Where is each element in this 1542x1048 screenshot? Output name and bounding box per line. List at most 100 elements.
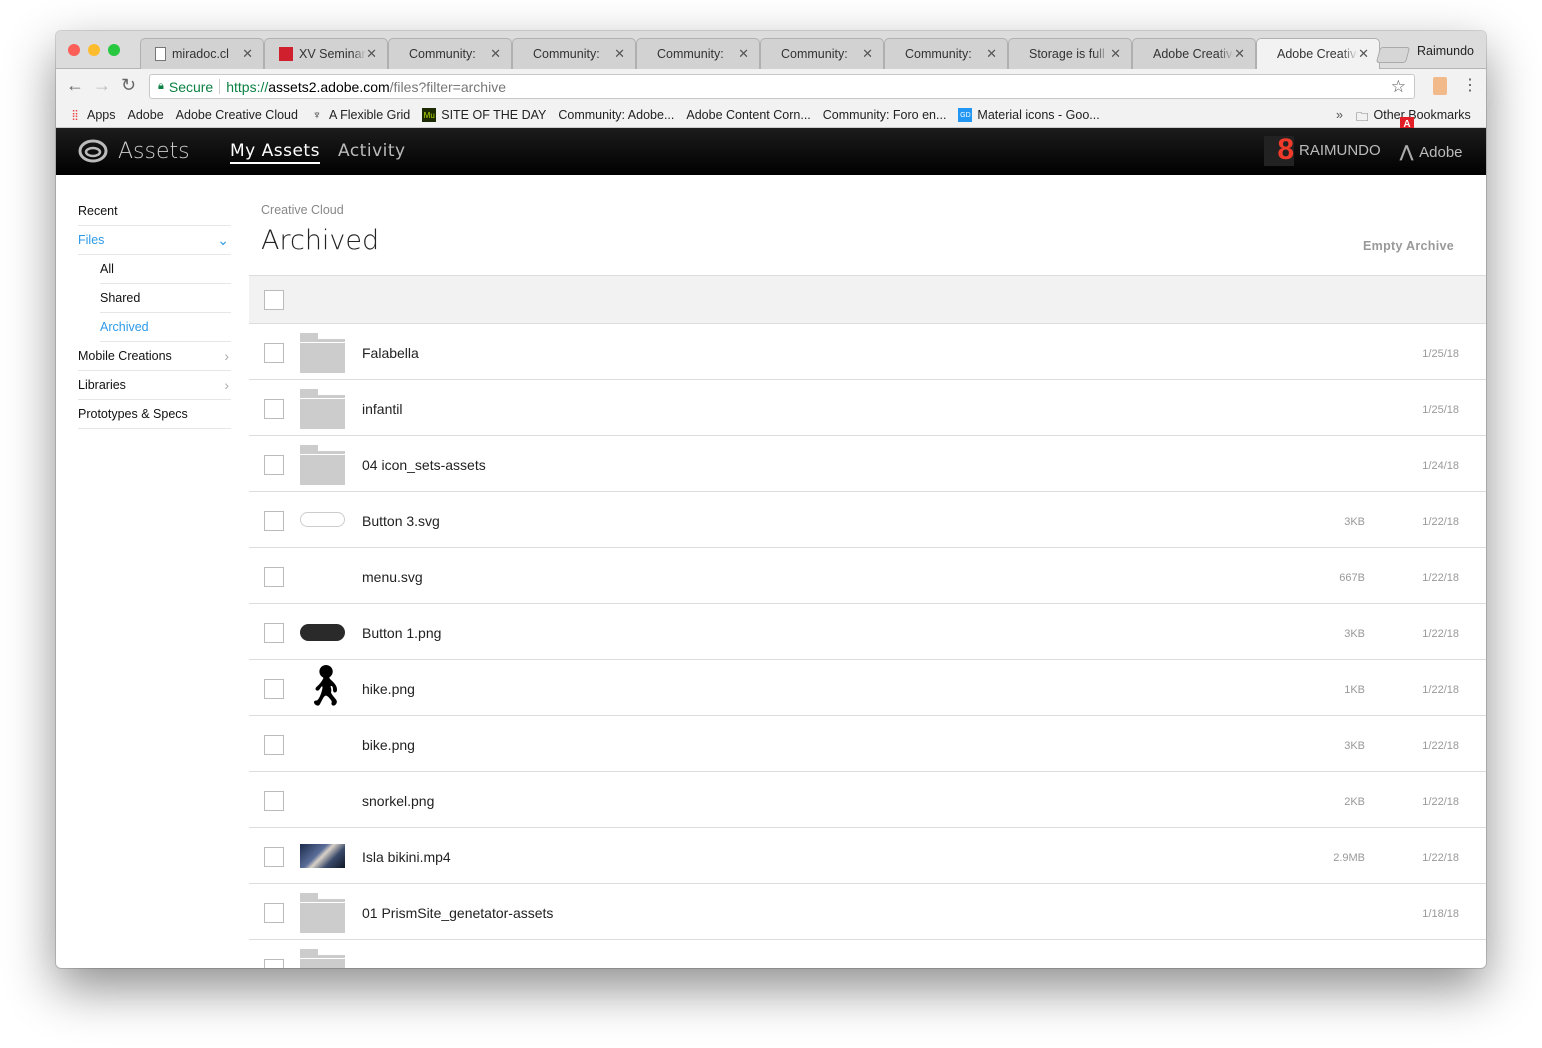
empty-archive-button[interactable]: Empty Archive — [1363, 239, 1454, 253]
tab-close-icon[interactable]: ✕ — [614, 46, 625, 62]
tab[interactable]: ACommunity:✕ — [636, 38, 760, 69]
grid-logo-icon: ♆ — [312, 108, 322, 122]
file-row[interactable]: Button 1.png 3KB 1/22/18 — [249, 604, 1486, 660]
file-name[interactable]: Button 3.svg — [362, 513, 440, 529]
row-checkbox[interactable] — [264, 903, 284, 923]
file-row[interactable]: snorkel.png 2KB 1/22/18 — [249, 772, 1486, 828]
file-name[interactable]: 01 PrismSite_genetator-assets — [362, 905, 553, 921]
tab[interactable]: ACommunity:✕ — [512, 38, 636, 69]
file-name[interactable]: 04 icon_sets-assets — [362, 457, 486, 473]
file-row[interactable]: bike.png 3KB 1/22/18 — [249, 716, 1486, 772]
tab[interactable]: AAdobe Creative✕ — [1256, 38, 1380, 69]
bookmark[interactable]: Mu SITE OF THE DAY — [422, 108, 546, 122]
forward-icon[interactable]: → — [93, 75, 111, 96]
tab-close-icon[interactable]: ✕ — [738, 46, 749, 62]
bookmarks-overflow-button[interactable]: » — [1336, 108, 1343, 122]
row-checkbox[interactable] — [264, 399, 284, 419]
row-checkbox[interactable] — [264, 959, 284, 968]
tab[interactable]: ACommunity:✕ — [760, 38, 884, 69]
bookmark[interactable]: AAdobe Creative Cloud — [176, 108, 1414, 131]
lock-icon: 🔒︎ — [158, 80, 164, 92]
sidebar-item[interactable]: Archived — [100, 313, 231, 342]
bookmark[interactable]: A Community: Foro en... — [823, 108, 1414, 131]
list-header — [249, 275, 1486, 324]
adobe-link[interactable]: ⋀ Adobe — [1400, 142, 1463, 162]
tab-close-icon[interactable]: ✕ — [862, 46, 873, 62]
file-name[interactable]: Button 1.png — [362, 625, 441, 641]
tab-close-icon[interactable]: ✕ — [366, 46, 377, 62]
tab-close-icon[interactable]: ✕ — [986, 46, 997, 62]
back-icon[interactable]: ← — [66, 75, 84, 96]
sidebar-item[interactable]: Mobile Creations › — [78, 342, 231, 371]
profile-button[interactable]: Raimundo — [1417, 44, 1474, 58]
row-checkbox[interactable] — [264, 735, 284, 755]
file-name[interactable]: infantil — [362, 401, 402, 417]
row-checkbox[interactable] — [264, 623, 284, 643]
file-row[interactable]: infantil 1/25/18 — [249, 380, 1486, 436]
user-name[interactable]: RAIMUNDO — [1299, 142, 1381, 159]
file-name[interactable]: hike.png — [362, 681, 415, 697]
bookmark[interactable]: ♆ A Flexible Grid — [310, 108, 410, 122]
row-checkbox[interactable] — [264, 791, 284, 811]
sidebar-item-label: Recent — [78, 204, 118, 218]
tab-close-icon[interactable]: ✕ — [490, 46, 501, 62]
file-row[interactable]: Isla bikini.mp4 2.9MB 1/22/18 — [249, 828, 1486, 884]
file-row[interactable]: 01 PrismSite_genetator-assets 1/18/18 — [249, 884, 1486, 940]
close-window-button[interactable] — [68, 44, 80, 56]
row-checkbox[interactable] — [264, 455, 284, 475]
new-tab-button[interactable] — [1375, 47, 1411, 63]
file-row[interactable]: 04 icon_sets-assets 1/24/18 — [249, 436, 1486, 492]
sidebar-item[interactable]: Recent — [78, 197, 231, 226]
select-all-checkbox[interactable] — [264, 290, 284, 310]
tab-close-icon[interactable]: ✕ — [1234, 46, 1245, 62]
nav-activity[interactable]: Activity — [338, 141, 406, 161]
row-checkbox[interactable] — [264, 511, 284, 531]
breadcrumb[interactable]: Creative Cloud — [261, 203, 344, 217]
file-row[interactable]: Button 3.svg 3KB 1/22/18 — [249, 492, 1486, 548]
sidebar-item[interactable]: Libraries › — [78, 371, 231, 400]
sidebar-item[interactable]: Shared — [100, 284, 231, 313]
avatar[interactable]: 8 — [1264, 135, 1294, 166]
tab[interactable]: ACommunity:✕ — [884, 38, 1008, 69]
bookmark[interactable]: AAdobe Content Corn... — [686, 108, 1414, 131]
row-checkbox[interactable] — [264, 567, 284, 587]
reload-icon[interactable]: ↻ — [121, 75, 136, 96]
minimize-window-button[interactable] — [88, 44, 100, 56]
menu-icon[interactable]: ⋮ — [1462, 75, 1478, 95]
maximize-window-button[interactable] — [108, 44, 120, 56]
row-checkbox[interactable] — [264, 679, 284, 699]
file-row[interactable]: 🚶︎ hike.png 1KB 1/22/18 — [249, 660, 1486, 716]
folder-icon — [300, 949, 345, 968]
address-bar[interactable]: 🔒︎ Secure https://assets2.adobe.com/file… — [149, 74, 1415, 99]
bookmark[interactable]: AAdobe — [128, 108, 1414, 131]
file-name[interactable]: Falabella — [362, 345, 419, 361]
tab[interactable]: XV Seminario ✕ — [264, 38, 388, 69]
tab[interactable]: miradoc.cl ✕ — [140, 38, 264, 69]
file-row[interactable] — [249, 940, 1486, 968]
row-checkbox[interactable] — [264, 847, 284, 867]
sidebar-item[interactable]: Files ⌄ — [78, 226, 231, 255]
sidebar-item[interactable]: Prototypes & Specs — [78, 400, 231, 429]
row-checkbox[interactable] — [264, 343, 284, 363]
bookmark[interactable]: GD Material icons - Goo... — [958, 108, 1100, 122]
tab-close-icon[interactable]: ✕ — [242, 46, 253, 62]
tab[interactable]: AStorage is full✕ — [1008, 38, 1132, 69]
file-row[interactable]: Falabella 1/25/18 — [249, 324, 1486, 380]
bookmark-star-icon[interactable]: ☆ — [1391, 77, 1406, 97]
bookmark[interactable]: ⣿ Apps — [68, 108, 115, 122]
file-name[interactable]: menu.svg — [362, 569, 423, 585]
file-name[interactable]: bike.png — [362, 737, 415, 753]
tab[interactable]: ACommunity:✕ — [388, 38, 512, 69]
tab-close-icon[interactable]: ✕ — [1358, 46, 1369, 62]
sidebar-item[interactable]: All — [100, 255, 231, 284]
nav-my-assets[interactable]: My Assets — [230, 141, 320, 164]
tab[interactable]: AAdobe Creative✕ — [1132, 38, 1256, 69]
tab-close-icon[interactable]: ✕ — [1110, 46, 1121, 62]
file-name[interactable]: Isla bikini.mp4 — [362, 849, 451, 865]
app-header: Assets My Assets Activity 8 RAIMUNDO ⋀ Ad… — [56, 128, 1486, 175]
extension-icon[interactable] — [1433, 77, 1447, 95]
bookmark[interactable]: ACommunity: Adobe... — [558, 108, 1414, 131]
tab-title: Storage is full — [1029, 47, 1105, 61]
file-name[interactable]: snorkel.png — [362, 793, 434, 809]
file-row[interactable]: menu.svg 667B 1/22/18 — [249, 548, 1486, 604]
